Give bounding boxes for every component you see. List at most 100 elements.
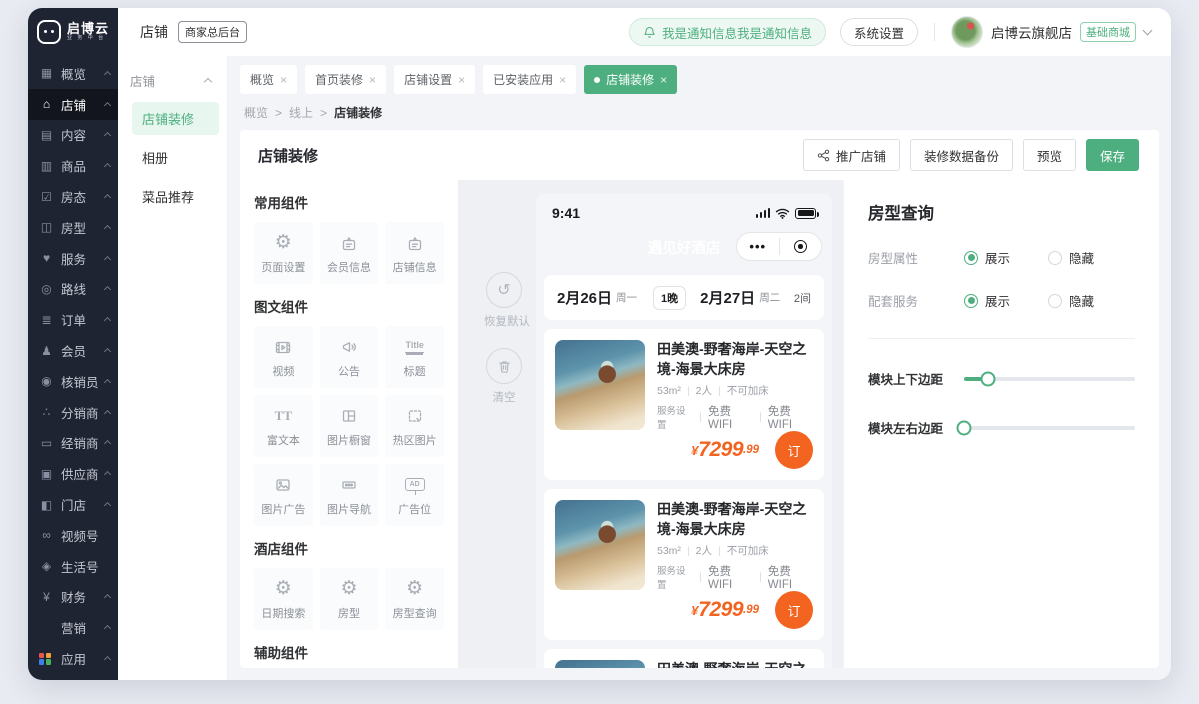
account-menu[interactable]: 启博云旗舰店 基础商城	[951, 16, 1171, 48]
sidebar-item-shop[interactable]: ⌂店铺	[28, 89, 118, 120]
app-badge: 商家总后台	[178, 21, 247, 43]
component-room-query[interactable]: ⚙房型查询	[385, 568, 444, 630]
tab-installed-apps[interactable]: 已安装应用×	[483, 65, 576, 94]
sidebar-item-supplier[interactable]: ▣供应商	[28, 458, 118, 489]
ad-slot-icon: AD	[405, 478, 425, 491]
sidebar-item-store[interactable]: ◧门店	[28, 489, 118, 520]
preview-button[interactable]: 预览	[1023, 139, 1076, 171]
sidebar-item-service[interactable]: ♥服务	[28, 243, 118, 274]
sidebar-item-life-account[interactable]: ◈生活号	[28, 551, 118, 582]
sidebar-item-room-status[interactable]: ☑房态	[28, 181, 118, 212]
chevron-down-icon[interactable]	[1143, 25, 1153, 35]
radio-show[interactable]: 展示	[964, 291, 1010, 310]
backup-button[interactable]: 装修数据备份	[910, 139, 1013, 171]
component-room-type[interactable]: ⚙房型	[320, 568, 379, 630]
sidebar-item-distributor[interactable]: ∴分销商	[28, 397, 118, 428]
component-ad-slot[interactable]: AD广告位	[385, 464, 444, 526]
slider-track[interactable]	[964, 377, 1135, 381]
date-search-widget[interactable]: 2月26日 周一 1晚 2月27日 周二 2间	[544, 275, 824, 320]
checkout-date: 2月27日	[700, 287, 755, 308]
logo-subtitle: 业 务 中 台	[67, 36, 109, 42]
submenu-item-decoration[interactable]: 店铺装修	[132, 102, 219, 135]
tab-shop-decoration[interactable]: 店铺装修×	[584, 65, 677, 94]
service-row: 配套服务 展示 隐藏	[868, 291, 1135, 310]
slider-handle[interactable]	[980, 371, 995, 386]
component-image-window[interactable]: 图片橱窗	[320, 395, 379, 457]
room-card[interactable]: 田美澳-野奢海岸-天空之境-海景大床房 53m²|2人|不可加床 服务设置|免费…	[544, 649, 824, 668]
component-member-info[interactable]: 会员信息	[320, 222, 379, 284]
order-icon: ≣	[39, 313, 54, 327]
room-attribute-row: 房型属性 展示 隐藏	[868, 248, 1135, 267]
sidebar-item-finance[interactable]: ¥财务	[28, 582, 118, 613]
close-target-icon[interactable]	[780, 240, 822, 253]
restore-default-button[interactable]: ↺ 恢复默认	[484, 272, 524, 329]
sidebar-item-goods[interactable]: ▥商品	[28, 150, 118, 181]
sidebar-item-member[interactable]: ♟会员	[28, 335, 118, 366]
room-type-icon: ◫	[39, 220, 54, 234]
close-icon[interactable]: ×	[660, 73, 667, 87]
gear-icon: ⚙	[406, 578, 423, 600]
order-button[interactable]: 订	[775, 591, 813, 629]
room-card[interactable]: 田美澳-野奢海岸-天空之境-海景大床房 53m²|2人|不可加床 服务设置|免费…	[544, 329, 824, 480]
order-button[interactable]: 订	[775, 431, 813, 469]
room-title: 田美澳-野奢海岸-天空之境-海景大床房	[657, 500, 813, 539]
close-icon[interactable]: ×	[458, 73, 465, 87]
finance-icon: ¥	[39, 590, 54, 604]
richtext-icon: TT	[275, 409, 292, 422]
slider-handle[interactable]	[957, 420, 972, 435]
sidebar-item-dealer[interactable]: ▭经销商	[28, 428, 118, 459]
sidebar-item-room-type[interactable]: ◫房型	[28, 212, 118, 243]
slider-track[interactable]	[964, 426, 1135, 430]
close-icon[interactable]: ×	[280, 73, 287, 87]
submenu-item-album[interactable]: 相册	[132, 141, 219, 174]
sidebar-item-marketing[interactable]: 营销	[28, 612, 118, 643]
component-shop-info[interactable]: 店铺信息	[385, 222, 444, 284]
title-icon: Title	[405, 341, 423, 353]
component-page-settings[interactable]: ⚙页面设置	[254, 222, 313, 284]
promote-shop-button[interactable]: 推广店铺	[803, 139, 900, 171]
chevron-up-icon	[104, 379, 111, 386]
component-image-ad[interactable]: 图片广告	[254, 464, 313, 526]
more-dots-icon[interactable]: •••	[737, 239, 779, 254]
component-video[interactable]: 视频	[254, 326, 313, 388]
sidebar-item-video-channel[interactable]: ∞视频号	[28, 520, 118, 551]
sidebar-item-apps[interactable]: 应用	[28, 643, 118, 674]
chevron-up-icon[interactable]	[204, 78, 212, 86]
radio-show[interactable]: 展示	[964, 248, 1010, 267]
sidebar-item-order[interactable]: ≣订单	[28, 304, 118, 335]
submenu: 店铺 店铺装修 相册 菜品推荐	[118, 56, 228, 680]
submenu-item-dish-recommend[interactable]: 菜品推荐	[132, 180, 219, 213]
component-hotzone[interactable]: 热区图片	[385, 395, 444, 457]
radio-hide[interactable]: 隐藏	[1048, 291, 1094, 310]
close-icon[interactable]: ×	[559, 73, 566, 87]
tab-home-decoration[interactable]: 首页装修×	[305, 65, 386, 94]
close-icon[interactable]: ×	[369, 73, 376, 87]
megaphone-icon	[339, 336, 359, 358]
component-announcement[interactable]: 公告	[320, 326, 379, 388]
logo: 启博云 业 务 中 台	[28, 8, 118, 56]
save-button[interactable]: 保存	[1086, 139, 1139, 171]
notification-pill[interactable]: 我是通知信息我是通知信息	[629, 18, 826, 46]
component-richtext[interactable]: TT富文本	[254, 395, 313, 457]
system-settings-button[interactable]: 系统设置	[840, 18, 918, 46]
room-card[interactable]: 田美澳-野奢海岸-天空之境-海景大床房 53m²|2人|不可加床 服务设置|免费…	[544, 489, 824, 640]
tab-overview[interactable]: 概览×	[240, 65, 297, 94]
breadcrumb-overview[interactable]: 概览	[244, 104, 268, 121]
radio-hide[interactable]: 隐藏	[1048, 248, 1094, 267]
component-image-nav[interactable]: 图片导航	[320, 464, 379, 526]
sidebar-item-content[interactable]: ▤内容	[28, 120, 118, 151]
tab-shop-settings[interactable]: 店铺设置×	[394, 65, 475, 94]
miniapp-title: 遇见好酒店	[648, 237, 721, 258]
sidebar-item-route[interactable]: ◎路线	[28, 274, 118, 305]
breadcrumb-online[interactable]: 线上	[289, 104, 313, 121]
trash-icon	[497, 359, 512, 374]
app-name: 店铺	[140, 22, 168, 42]
sidebar-item-overview[interactable]: ▦概览	[28, 58, 118, 89]
sidebar-item-verifier[interactable]: ◉核销员	[28, 366, 118, 397]
clear-button[interactable]: 清空	[484, 348, 524, 405]
component-date-search[interactable]: ⚙日期搜索	[254, 568, 313, 630]
component-title[interactable]: Title标题	[385, 326, 444, 388]
chevron-up-icon	[104, 410, 111, 417]
radio-icon	[964, 294, 978, 308]
member-badge-icon	[339, 232, 359, 254]
